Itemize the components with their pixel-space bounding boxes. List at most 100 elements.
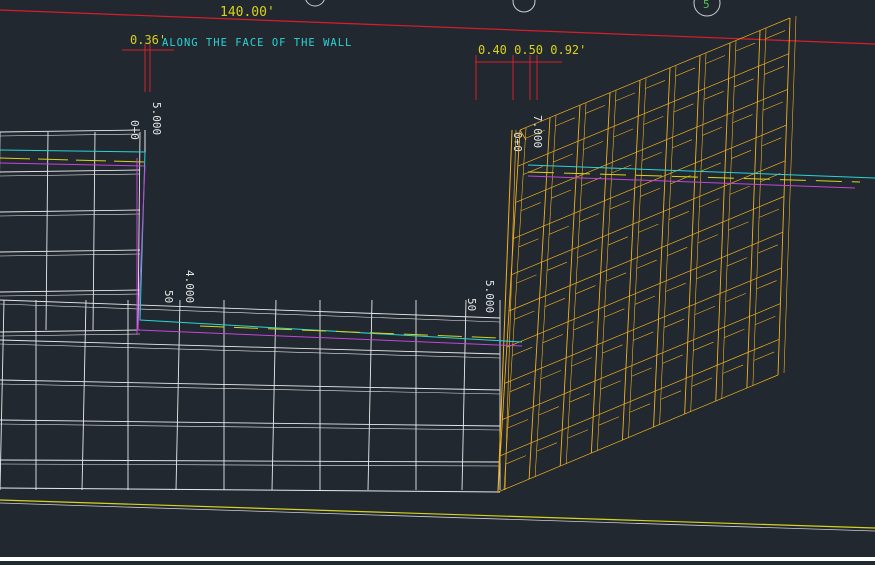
grid-line [514,310,535,320]
right-dimension-label: 0.40 0.50 0.92' [478,43,586,57]
station-mid-left-a: 50 [162,290,175,303]
grid-line [762,101,783,111]
grid-line [694,305,716,315]
grid-line [756,280,777,290]
grid-line [0,129,141,133]
grid-line [662,354,683,364]
grid-line [665,282,686,292]
grid-line [520,202,541,212]
grid-line [0,459,501,463]
grid-line [540,370,562,380]
wall-elevation-drawing: 140.00' 5 ALONG THE FACE OF THE WALL 0.3… [0,0,875,532]
grid-line [534,115,557,478]
grid-line [544,298,566,307]
grid-line [728,221,749,231]
grid-line [668,211,689,220]
grid-line [579,213,600,222]
grid-line [638,223,659,233]
grid-line [583,141,604,150]
grid-line [81,299,87,491]
grid-line [705,55,726,64]
grid-line [536,442,558,452]
cad-viewport[interactable]: 140.00' 5 ALONG THE FACE OF THE WALL 0.3… [0,0,875,561]
grid-line [725,293,746,303]
station-right-top-a: 0+0 [511,132,524,152]
grid-line [549,225,570,235]
grid-line [722,364,744,374]
grid-line [518,238,539,248]
grid-line [629,403,651,413]
grid-line [597,90,617,452]
grid-line [631,367,652,377]
grid-line [690,53,707,413]
grid-line [0,213,141,217]
grid-line [542,334,564,343]
grid-line [755,315,776,325]
grid-line [585,105,606,114]
grid-line [516,274,537,284]
grid-line [515,89,788,203]
grid-line [512,346,533,356]
left-dimension-label: 0.36' [130,33,166,47]
grid-line [731,150,752,159]
grid-line [634,295,656,305]
grid-line [759,208,780,218]
grid-line [753,351,775,361]
grid-line [675,67,696,77]
grid-line [693,341,714,351]
grid-line [0,289,141,293]
grid-line [0,383,501,395]
lower-wall-grid [0,130,501,493]
grid-line [664,318,685,328]
grid-marker-circle [305,0,325,7]
grid-line [0,463,501,467]
grid-line [602,344,623,354]
grid-line [702,126,723,136]
grid-line [0,303,501,323]
along-face-note: ALONG THE FACE OF THE WALL [162,37,352,49]
right-dimension: 0.40 0.50 0.92' [475,43,586,100]
grid-marker-circle-green [512,0,536,13]
grid-line [765,30,786,39]
grid-line [724,328,745,338]
grid-line [577,249,598,259]
grid-line [505,455,527,465]
grid-line [567,429,589,439]
grid-line [752,28,767,387]
grid-line [503,127,527,491]
grid-line [667,247,688,256]
grid-line [721,40,737,400]
orange-panel-grid [497,15,797,493]
grid-line [700,162,721,172]
grid-line [92,131,96,331]
top-dimension-label: 140.00' [220,5,275,20]
grid-line [551,189,572,199]
grid-line [613,128,634,138]
grid-line [727,257,748,267]
grid-line [546,261,568,271]
grid-line [523,166,543,175]
grid-line [45,131,49,331]
grid-line [573,321,594,331]
grid-line [575,285,596,295]
viewport-bottom-edge [0,557,875,561]
grid-line [0,293,141,297]
grid-line [641,152,662,161]
grid-line [764,66,785,75]
grid-line [555,117,576,127]
grid-line [734,78,754,88]
station-mid-left-b: 4.000 [183,270,196,303]
grid-line [0,249,141,253]
grid-line [636,259,657,269]
grid-line [615,92,636,102]
grid-marker-number: 5 [703,0,710,11]
grid-line [697,234,718,244]
grid-line [672,139,693,149]
grid-line [598,416,620,426]
grid-line [517,53,789,167]
grid-line [569,393,590,403]
grid-line [519,17,791,131]
ground-line-white [0,502,875,532]
grid-line [0,299,5,491]
grid-line [732,114,753,124]
